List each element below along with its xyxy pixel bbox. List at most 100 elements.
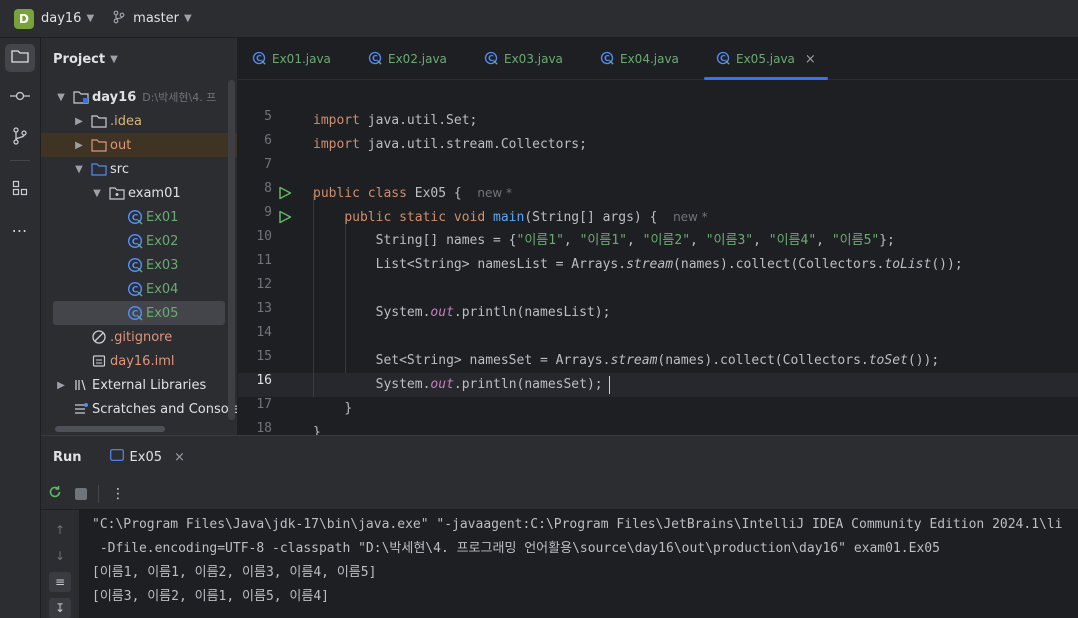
line-number: 18 [256, 421, 272, 435]
chevron-right-icon[interactable]: ▶ [73, 116, 85, 127]
tree-item-scratches[interactable]: Scratches and Consoles [41, 397, 238, 421]
project-name[interactable]: day16 [41, 11, 81, 26]
line-number: 16 [256, 373, 272, 388]
java-class-icon: C [127, 257, 143, 273]
tree-item-ex04[interactable]: C Ex04 [41, 277, 237, 301]
java-class-icon: C [127, 281, 143, 297]
divider [98, 484, 99, 503]
tree-item-label: day16 [92, 89, 137, 105]
more-options-icon[interactable]: ⋮ [111, 486, 125, 502]
java-class-icon: C [368, 51, 382, 68]
svg-text:C: C [372, 54, 378, 63]
run-panel-header: Run Ex05 × [41, 436, 1078, 478]
tree-item-idea[interactable]: ▶ .idea [41, 109, 237, 133]
excluded-folder-icon [91, 137, 107, 153]
code-line-11: List<String> namesList = Arrays.stream(n… [375, 257, 963, 272]
run-side-toolbar: ↑ ↓ ≡ ↧ [41, 510, 79, 618]
run-gutter-icon[interactable] [278, 186, 292, 200]
branch-widget[interactable]: master ▼ [112, 10, 192, 28]
svg-text:C: C [132, 262, 139, 272]
line-number: 8 [264, 181, 272, 196]
tab-ex03[interactable]: C Ex03.java [484, 38, 563, 80]
java-class-icon: C [600, 51, 614, 68]
chevron-down-icon[interactable]: ▼ [55, 92, 67, 103]
code-line-18: } [313, 425, 321, 435]
run-tab-ex05[interactable]: Ex05 × [109, 449, 185, 465]
close-icon[interactable]: × [805, 52, 816, 67]
folder-icon [11, 48, 29, 68]
text-caret [609, 376, 610, 394]
horizontal-scrollbar[interactable] [55, 426, 165, 432]
scroll-to-end-icon[interactable]: ↧ [49, 598, 71, 618]
tree-item-path-hint: D:\박세현\4. 프 [142, 91, 217, 104]
tree-item-ex05[interactable]: C Ex05 [53, 301, 225, 325]
soft-wrap-icon[interactable]: ≡ [49, 572, 71, 592]
tab-ex02[interactable]: C Ex02.java [368, 38, 447, 80]
tree-item-label: out [110, 137, 132, 153]
run-tab-label: Ex05 [129, 449, 162, 465]
run-panel-title[interactable]: Run [53, 450, 82, 465]
tree-item-label: .gitignore [110, 329, 173, 345]
console-output-line: "C:\Program Files\Java\jdk-17\bin\java.e… [92, 517, 1063, 532]
tree-item-ex01[interactable]: C Ex01 [41, 205, 237, 229]
svg-text:C: C [132, 214, 139, 224]
java-class-icon: C [252, 51, 266, 68]
vcs-tool-button[interactable] [5, 124, 35, 152]
tree-item-gitignore[interactable]: .gitignore [41, 325, 237, 349]
tree-item-label: Ex01 [146, 209, 179, 225]
tree-item-day16-iml[interactable]: day16.iml [41, 349, 237, 373]
code-area[interactable]: 5 6 7 8 9 10 11 12 13 14 15 16 17 18 19 … [238, 76, 1078, 435]
tab-label: Ex05.java [736, 52, 795, 66]
tree-item-ex03[interactable]: C Ex03 [41, 253, 237, 277]
svg-text:C: C [132, 310, 139, 320]
svg-text:C: C [604, 54, 610, 63]
console-output-line: [이름3, 이름2, 이름1, 이름5, 이름4] [92, 589, 329, 604]
structure-tool-button[interactable] [5, 176, 35, 204]
project-tool-button[interactable] [5, 44, 35, 72]
tree-item-src[interactable]: ▼ src [41, 157, 237, 181]
code-line-6: import java.util.stream.Collectors; [313, 137, 587, 152]
tree-item-label: Scratches and Consoles [92, 401, 238, 417]
chevron-right-icon[interactable]: ▶ [73, 140, 85, 151]
scroll-down-icon[interactable]: ↓ [49, 546, 71, 566]
divider [10, 160, 30, 161]
tool-window-strip: ⋯ [0, 38, 41, 618]
tree-item-exam01[interactable]: ▼ exam01 [41, 181, 237, 205]
tree-item-ex02[interactable]: C Ex02 [41, 229, 237, 253]
tree-item-label: exam01 [128, 185, 181, 201]
chevron-down-icon[interactable]: ▼ [91, 188, 103, 199]
line-number: 15 [256, 349, 272, 364]
line-number: 7 [264, 157, 272, 172]
more-tools-button[interactable]: ⋯ [5, 216, 35, 244]
close-icon[interactable]: × [174, 450, 185, 465]
chevron-down-icon[interactable]: ▼ [86, 13, 94, 24]
code-line-9: public static void main(String[] args) {… [344, 210, 708, 225]
tab-ex01[interactable]: C Ex01.java [252, 38, 331, 80]
tab-ex05[interactable]: C Ex05.java × [704, 38, 828, 80]
tree-item-label: Ex05 [146, 305, 179, 321]
svg-text:C: C [256, 54, 262, 63]
commit-tool-button[interactable] [5, 84, 35, 112]
project-panel-header[interactable]: Project ▼ [41, 38, 237, 80]
vertical-scrollbar[interactable] [228, 80, 235, 420]
line-number: 13 [256, 301, 272, 316]
tree-item-day16[interactable]: ▼ day16 D:\박세현\4. 프 [41, 85, 237, 109]
tree-item-label: Ex02 [146, 233, 179, 249]
run-gutter-icon[interactable] [278, 210, 292, 224]
project-panel-title: Project [53, 51, 106, 67]
tree-item-external-libraries[interactable]: ▶ External Libraries [41, 373, 237, 397]
code-line-8: public class Ex05 { new * [313, 186, 512, 201]
chevron-down-icon: ▼ [110, 53, 118, 65]
stop-icon[interactable] [75, 487, 87, 500]
tree-item-out[interactable]: ▶ out [41, 133, 237, 157]
project-badge[interactable]: D [14, 8, 34, 29]
rerun-icon[interactable] [47, 484, 63, 504]
line-number: 10 [256, 229, 272, 244]
module-file-icon [91, 353, 107, 369]
scroll-up-icon[interactable]: ↑ [49, 520, 71, 540]
tab-ex04[interactable]: C Ex04.java [600, 38, 679, 80]
chevron-down-icon[interactable]: ▼ [73, 164, 85, 175]
commit-icon [10, 90, 30, 106]
chevron-right-icon[interactable]: ▶ [55, 380, 67, 391]
svg-text:C: C [132, 286, 139, 296]
